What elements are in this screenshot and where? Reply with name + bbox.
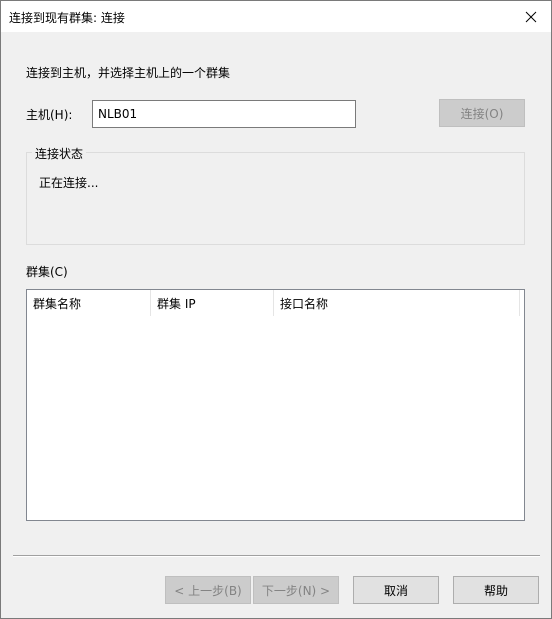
- connection-status-text: 正在连接...: [39, 176, 99, 190]
- close-button[interactable]: [511, 1, 551, 32]
- column-header-interface-name[interactable]: 接口名称: [274, 290, 520, 316]
- cluster-list-label: 群集(C): [26, 265, 68, 279]
- window-title: 连接到现有群集: 连接: [9, 11, 125, 25]
- cluster-list-header: 群集名称 群集 IP 接口名称: [27, 290, 524, 316]
- cluster-list[interactable]: 群集名称 群集 IP 接口名称: [26, 289, 525, 521]
- connection-status-group: [26, 152, 525, 245]
- cancel-button[interactable]: 取消: [353, 576, 439, 604]
- host-label: 主机(H):: [26, 108, 73, 122]
- dialog-window: 连接到现有群集: 连接 连接到主机，并选择主机上的一个群集 主机(H): 连接(…: [0, 0, 552, 619]
- connection-status-title: 连接状态: [32, 145, 87, 162]
- footer-separator: [13, 555, 540, 557]
- intro-text: 连接到主机，并选择主机上的一个群集: [26, 66, 231, 80]
- host-input[interactable]: [92, 100, 356, 128]
- back-button[interactable]: < 上一步(B): [165, 576, 251, 604]
- column-header-cluster-name[interactable]: 群集名称: [27, 290, 151, 316]
- column-header-cluster-ip[interactable]: 群集 IP: [151, 290, 274, 316]
- connect-button[interactable]: 连接(O): [439, 99, 525, 127]
- help-button[interactable]: 帮助: [453, 576, 539, 604]
- close-icon: [525, 11, 537, 22]
- title-bar[interactable]: 连接到现有群集: 连接: [1, 1, 551, 32]
- next-button[interactable]: 下一步(N) >: [253, 576, 339, 604]
